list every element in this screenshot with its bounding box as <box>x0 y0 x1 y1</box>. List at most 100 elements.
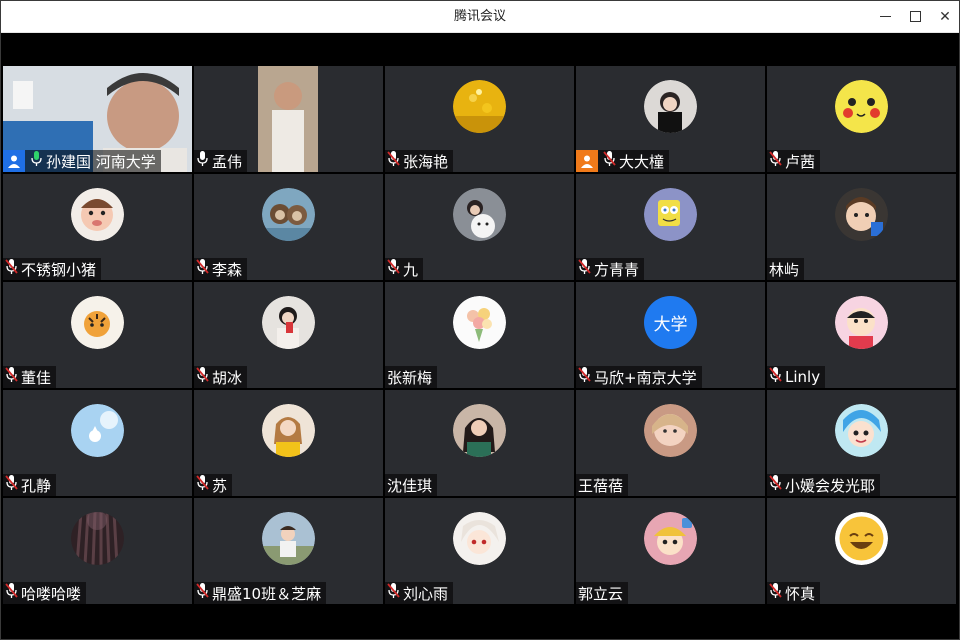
host-badge-icon <box>3 150 25 172</box>
meeting-window: 腾讯会议 ✕ 孙建国 河南大学 孟伟 张海艳 大大橦 卢茜不锈钢小猪 李森 九 方青青 林屿董佳… <box>0 0 960 640</box>
mic-muted-icon <box>3 366 21 388</box>
title-bar: 腾讯会议 ✕ <box>1 1 959 33</box>
cohost-badge-icon <box>576 150 598 172</box>
participant-label: 哈喽哈喽 <box>3 582 87 604</box>
close-icon: ✕ <box>939 8 951 25</box>
participant-tile[interactable]: 九 <box>385 174 574 280</box>
avatar <box>835 80 888 133</box>
participant-label: 卢茜 <box>767 150 821 172</box>
participant-name: 孟伟 <box>212 152 243 171</box>
participant-name: 胡冰 <box>212 368 243 387</box>
participant-tile[interactable]: 卢茜 <box>767 66 956 172</box>
participant-grid: 孙建国 河南大学 孟伟 张海艳 大大橦 卢茜不锈钢小猪 李森 九 方青青 林屿董佳 胡冰 张新梅 大学… <box>3 66 958 606</box>
participant-name: 卢茜 <box>785 152 816 171</box>
mic-muted-icon <box>385 150 403 172</box>
participant-name: 大大橦 <box>619 152 665 171</box>
avatar: 大学 <box>644 296 697 349</box>
participant-tile[interactable]: 孔静 <box>3 390 192 496</box>
participant-tile[interactable]: Linly <box>767 282 956 388</box>
mic-muted-icon <box>385 582 403 604</box>
participant-name: 张海艳 <box>403 152 449 171</box>
participant-name: 苏 <box>212 476 228 495</box>
avatar <box>71 512 124 565</box>
participant-tile[interactable]: 胡冰 <box>194 282 383 388</box>
mic-muted-icon <box>576 366 594 388</box>
participant-tile[interactable]: 张海艳 <box>385 66 574 172</box>
participant-tile[interactable]: 方青青 <box>576 174 765 280</box>
participant-tile[interactable]: 怀真 <box>767 498 956 604</box>
avatar <box>262 188 315 241</box>
participant-name: 李森 <box>212 260 243 279</box>
participant-name: 刘心雨 <box>403 584 449 603</box>
minimize-icon <box>879 16 891 17</box>
participant-tile[interactable]: 董佳 <box>3 282 192 388</box>
participant-label: 怀真 <box>767 582 821 604</box>
avatar <box>644 404 697 457</box>
participant-label: 刘心雨 <box>385 582 454 604</box>
participant-label: 沈佳琪 <box>385 474 438 496</box>
participant-tile[interactable]: 林屿 <box>767 174 956 280</box>
participant-label: 张海艳 <box>385 150 454 172</box>
participant-tile[interactable]: 沈佳琪 <box>385 390 574 496</box>
participant-tile[interactable]: 郭立云 <box>576 498 765 604</box>
participant-name: 孔静 <box>21 476 52 495</box>
participant-name: 张新梅 <box>387 368 433 387</box>
participant-label: 孔静 <box>3 474 57 496</box>
minimize-button[interactable] <box>869 1 901 32</box>
participant-label: 胡冰 <box>194 366 248 388</box>
close-button[interactable]: ✕ <box>929 1 960 32</box>
avatar <box>644 188 697 241</box>
participant-name: 鼎盛10班＆芝麻 <box>212 584 322 603</box>
participant-tile[interactable]: 孙建国 河南大学 <box>3 66 192 172</box>
participant-tile[interactable]: 苏 <box>194 390 383 496</box>
participant-label: 鼎盛10班＆芝麻 <box>194 582 327 604</box>
participant-tile[interactable]: 鼎盛10班＆芝麻 <box>194 498 383 604</box>
participant-tile[interactable]: 哈喽哈喽 <box>3 498 192 604</box>
mic-muted-icon <box>3 582 21 604</box>
mic-muted-icon <box>767 582 785 604</box>
avatar <box>644 512 697 565</box>
participant-name: 九 <box>403 260 419 279</box>
participant-label: 孙建国 河南大学 <box>3 150 161 172</box>
avatar <box>71 296 124 349</box>
mic-muted-icon <box>601 150 619 172</box>
avatar <box>644 80 697 133</box>
participant-name: 小媛会发光耶 <box>785 476 876 495</box>
avatar <box>453 188 506 241</box>
participant-name: Linly <box>785 368 821 386</box>
participant-tile[interactable]: 刘心雨 <box>385 498 574 604</box>
mic-muted-icon <box>767 474 785 496</box>
participant-label: 李森 <box>194 258 248 280</box>
participant-label: 张新梅 <box>385 366 438 388</box>
participant-label: 郭立云 <box>576 582 629 604</box>
avatar <box>835 404 888 457</box>
avatar <box>835 512 888 565</box>
participant-tile[interactable]: 小媛会发光耶 <box>767 390 956 496</box>
participant-label: 林屿 <box>767 258 805 280</box>
maximize-button[interactable] <box>899 1 931 32</box>
participant-tile[interactable]: 张新梅 <box>385 282 574 388</box>
participant-tile[interactable]: 王蓓蓓 <box>576 390 765 496</box>
mic-muted-icon <box>194 258 212 280</box>
mic-muted-icon <box>3 258 21 280</box>
participant-tile[interactable]: 李森 <box>194 174 383 280</box>
mic-icon <box>194 150 212 172</box>
mic-muted-icon <box>767 150 785 172</box>
participant-label: Linly <box>767 366 826 388</box>
avatar <box>835 188 888 241</box>
avatar <box>262 404 315 457</box>
mic-icon <box>28 150 46 172</box>
participant-label: 王蓓蓓 <box>576 474 629 496</box>
mic-muted-icon <box>385 258 403 280</box>
avatar <box>71 404 124 457</box>
avatar <box>453 512 506 565</box>
participant-name: 董佳 <box>21 368 52 387</box>
avatar <box>453 296 506 349</box>
participant-tile[interactable]: 孟伟 <box>194 66 383 172</box>
participant-tile[interactable]: 大学 马欣+南京大学 <box>576 282 765 388</box>
participant-tile[interactable]: 不锈钢小猪 <box>3 174 192 280</box>
avatar <box>453 404 506 457</box>
participant-tile[interactable]: 大大橦 <box>576 66 765 172</box>
participant-label: 方青青 <box>576 258 645 280</box>
participant-name: 林屿 <box>769 260 800 279</box>
